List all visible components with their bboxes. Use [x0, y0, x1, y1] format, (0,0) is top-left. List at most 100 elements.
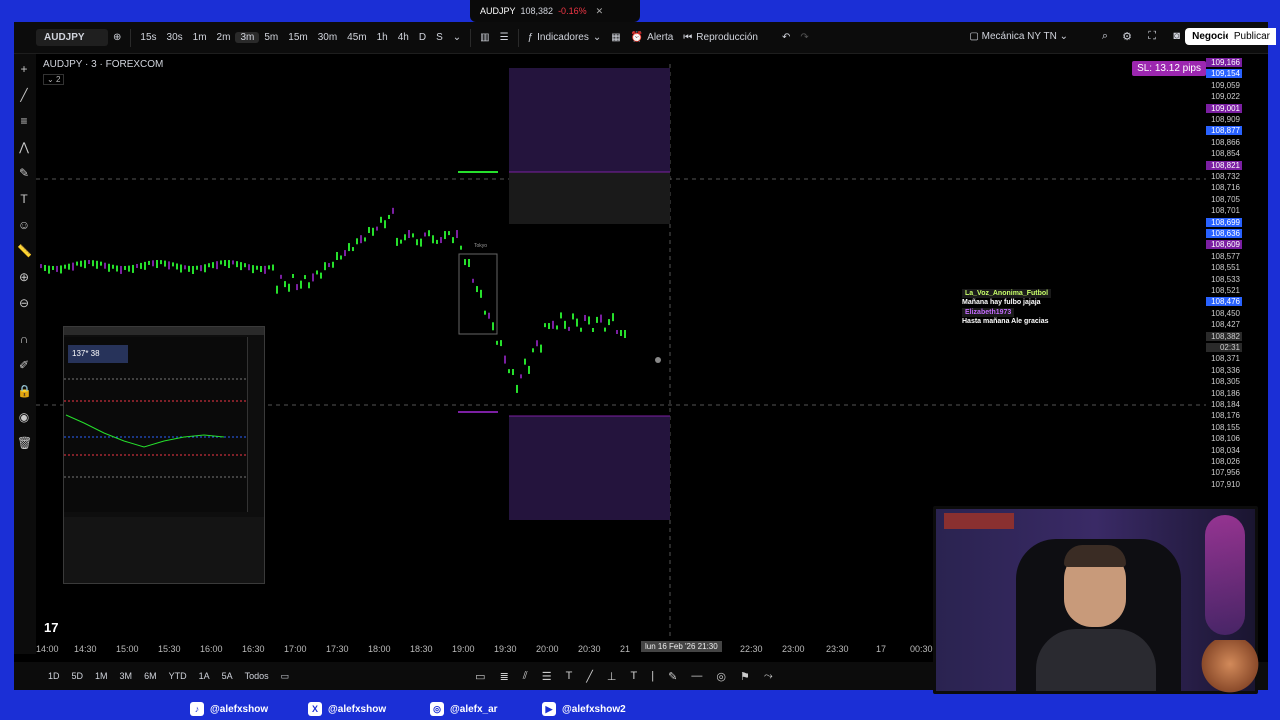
interval-1m[interactable]: 1m	[188, 32, 212, 43]
text-icon[interactable]: T	[17, 192, 31, 206]
layouts-icon[interactable]: ▦	[606, 32, 625, 43]
range-ytd[interactable]: YTD	[163, 671, 193, 681]
replay-button[interactable]: ⏮ Reproducción	[678, 32, 763, 43]
interval-15m[interactable]: 15m	[283, 32, 312, 43]
candle	[200, 265, 202, 272]
replay-icon: ⏮	[683, 32, 693, 43]
candle	[620, 330, 622, 336]
range-3m[interactable]: 3M	[114, 671, 139, 681]
fullscreen-icon[interactable]: ⛶	[1148, 30, 1156, 43]
chat-message: Hasta mañana Ale gracias	[962, 318, 1049, 325]
cursor-line-icon[interactable]: |	[651, 670, 654, 683]
time-tick: 16:30	[242, 644, 265, 654]
interval-3m[interactable]: 3m	[235, 32, 260, 43]
price-tick: 108,521	[1211, 286, 1240, 295]
interval-4h[interactable]: 4h	[393, 32, 414, 43]
zoom-in-icon[interactable]: ⊕	[17, 270, 31, 284]
lock-icon[interactable]: 🔒	[17, 384, 32, 398]
publish-button[interactable]: Publicar	[1227, 28, 1276, 45]
text-icon[interactable]: T	[566, 670, 573, 683]
undo-icon[interactable]: ↶	[777, 32, 795, 43]
range-6m[interactable]: 6M	[138, 671, 163, 681]
range-1a[interactable]: 1A	[193, 671, 216, 681]
trendline-icon[interactable]: ╱	[17, 88, 31, 102]
text-tool-icon[interactable]: T	[631, 670, 638, 683]
price-tick: 109,059	[1211, 80, 1240, 90]
interval-30s[interactable]: 30s	[162, 32, 188, 43]
zoom-out-icon[interactable]: ⊖	[17, 296, 31, 310]
horizontal-line-icon[interactable]: —	[691, 670, 702, 683]
candle	[544, 323, 546, 328]
time-tick: 23:30	[826, 644, 849, 654]
pattern-icon[interactable]: ⋀	[17, 140, 31, 154]
target-icon[interactable]: ◎	[716, 670, 726, 683]
chart-type-icon[interactable]: ☰	[495, 32, 514, 43]
social-handle: @alefxshow2	[562, 703, 626, 715]
symbol-search[interactable]: AUDJPY	[36, 29, 108, 46]
emoji-icon[interactable]: ☺	[17, 218, 31, 232]
range-5a[interactable]: 5A	[216, 671, 239, 681]
candle	[392, 207, 394, 214]
chat-message: Mañana hay fulbo jajaja	[962, 299, 1041, 306]
social-link[interactable]: ♪ @alefxshow	[190, 702, 268, 716]
interval-S[interactable]: S	[431, 32, 448, 43]
pencil-lock-icon[interactable]: ✐	[17, 358, 31, 372]
interval-D[interactable]: D	[414, 32, 431, 43]
range-1d[interactable]: 1D	[42, 671, 66, 681]
search-icon[interactable]: ⌕	[1102, 30, 1108, 43]
redo-icon[interactable]: ↷	[795, 32, 813, 43]
price-tick: 109,154	[1206, 69, 1242, 79]
browser-tab[interactable]: AUDJPY 108,382 -0.16% ✕	[470, 0, 640, 22]
path-icon[interactable]: ⤳	[764, 670, 773, 683]
crosshair-icon[interactable]: +	[17, 62, 31, 76]
add-symbol-icon[interactable]: ⊕	[108, 32, 126, 43]
channel-icon[interactable]: ☰	[542, 670, 552, 683]
interval-45m[interactable]: 45m	[342, 32, 371, 43]
social-link[interactable]: ◎ @alefx_ar	[430, 702, 498, 716]
interval-2m[interactable]: 2m	[212, 32, 236, 43]
fib-icon[interactable]: ≡	[17, 114, 31, 128]
candles-icon[interactable]: ▥	[475, 32, 494, 43]
trash-icon[interactable]: 🗑	[17, 436, 32, 450]
date-range-icon[interactable]: ▭	[275, 671, 296, 682]
price-tick: 108,821	[1206, 160, 1242, 170]
candle	[412, 233, 414, 238]
price-tick: 108,184	[1211, 400, 1240, 409]
close-icon[interactable]: ✕	[596, 6, 604, 17]
gear-icon[interactable]: ⚙	[1122, 30, 1132, 43]
magnet-icon[interactable]: ∩	[17, 332, 31, 346]
ruler-icon[interactable]: 📏	[17, 244, 32, 258]
candle	[104, 262, 106, 269]
range-todos[interactable]: Todos	[239, 671, 275, 681]
interval-1h[interactable]: 1h	[372, 32, 393, 43]
camera-icon[interactable]: ◙	[1173, 30, 1180, 42]
interval-15s[interactable]: 15s	[135, 32, 161, 43]
candle	[400, 239, 402, 244]
rectangle-icon[interactable]: ▭	[475, 670, 485, 683]
ray-icon[interactable]: ╱	[586, 670, 593, 683]
lines-icon[interactable]: ≣	[500, 670, 509, 683]
vertical-line-icon[interactable]: ⊥	[607, 670, 617, 683]
eye-icon[interactable]: ◉	[17, 410, 31, 424]
interval-30m[interactable]: 30m	[313, 32, 342, 43]
brush-icon[interactable]: ✎	[17, 166, 31, 180]
candle	[288, 283, 290, 292]
candle	[156, 260, 158, 269]
pen-icon[interactable]: ✎	[668, 670, 677, 683]
alert-label: Alerta	[647, 32, 674, 43]
social-link[interactable]: X @alefxshow	[308, 702, 386, 716]
layout-selector[interactable]: ▢ Mecánica NY TN ⌄	[969, 31, 1068, 42]
chevron-down-icon[interactable]: ⌄	[448, 32, 466, 43]
interval-5m[interactable]: 5m	[259, 32, 283, 43]
social-link[interactable]: ▶ @alefxshow2	[542, 702, 626, 716]
parallel-icon[interactable]: ⫽	[523, 670, 528, 683]
indicators-button[interactable]: ƒ Indicadores ⌄	[523, 32, 607, 43]
range-1m[interactable]: 1M	[89, 671, 114, 681]
time-axis[interactable]: 00:30 17 23:30 23:00 22:30 21 20:30 20:00 19:30 1…	[36, 638, 956, 660]
collapse-indicators[interactable]: ⌄ 2	[43, 74, 65, 85]
candle	[388, 214, 390, 219]
range-5d[interactable]: 5D	[66, 671, 90, 681]
alert-button[interactable]: ⏰ Alerta	[626, 32, 679, 43]
price-tick: 107,910	[1211, 479, 1240, 489]
flag-icon[interactable]: ⚑	[740, 670, 750, 683]
